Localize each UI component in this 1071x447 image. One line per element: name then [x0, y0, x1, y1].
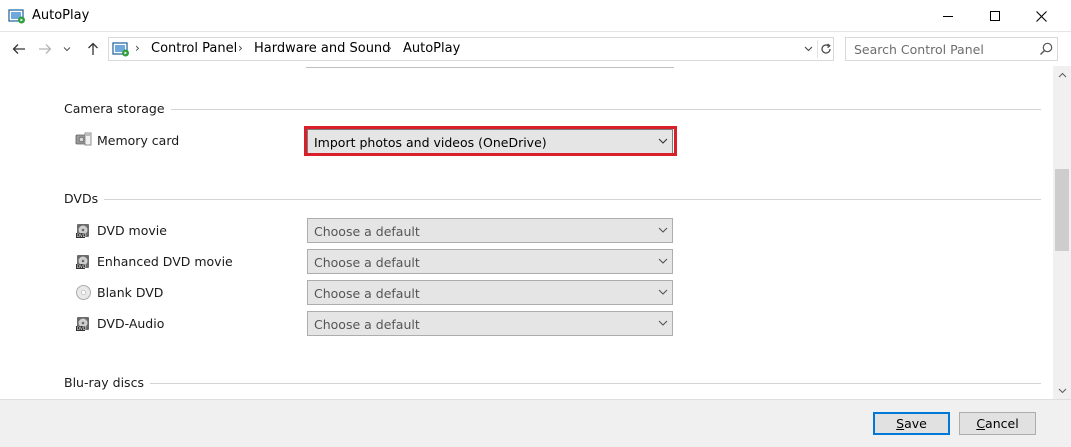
- chevron-down-icon: [658, 289, 668, 295]
- dvd-audio-action-select[interactable]: Choose a default: [307, 311, 673, 336]
- scroll-up-button[interactable]: [1053, 66, 1071, 83]
- arrow-right-icon: [39, 44, 52, 54]
- svg-text:DVD: DVD: [77, 264, 86, 269]
- memory-card-icon: [75, 131, 92, 148]
- dialog-button-bar: Save Cancel: [0, 399, 1071, 447]
- chevron-down-icon: [63, 47, 71, 52]
- dvd-icon: DVD: [75, 315, 92, 332]
- refresh-icon: [820, 43, 831, 54]
- save-mnemonic: S: [896, 416, 905, 431]
- title-bar: AutoPlay: [0, 0, 1071, 32]
- cancel-label-rest: ancel: [985, 416, 1019, 431]
- scroll-down-button[interactable]: [1053, 382, 1071, 399]
- chevron-up-icon: [1058, 72, 1066, 77]
- chevron-down-icon: [1058, 388, 1066, 393]
- cancel-mnemonic: C: [976, 416, 986, 431]
- back-button[interactable]: [8, 38, 30, 60]
- breadcrumb-autoplay[interactable]: AutoPlay: [403, 41, 460, 56]
- section-divider: [64, 199, 1041, 200]
- control-panel-icon: [112, 41, 130, 57]
- autoplay-app-icon: [8, 8, 26, 24]
- blank-dvd-action-select[interactable]: Choose a default: [307, 280, 673, 305]
- address-bar[interactable]: › Control Panel › Hardware and Sound › A…: [108, 37, 834, 61]
- section-title-camera-storage: Camera storage: [64, 101, 171, 116]
- row-label-dvd-audio: DVD-Audio: [97, 316, 165, 331]
- dvd-icon: DVD: [75, 222, 92, 239]
- section-divider: [64, 109, 1041, 110]
- save-label-rest: ave: [904, 416, 927, 431]
- chevron-down-icon: [658, 258, 668, 264]
- forward-button[interactable]: [34, 38, 56, 60]
- breadcrumb-separator-icon: ›: [238, 41, 243, 55]
- select-value: Choose a default: [314, 224, 420, 239]
- row-label-enhanced-dvd-movie: Enhanced DVD movie: [97, 254, 233, 269]
- select-value: Choose a default: [314, 317, 420, 332]
- breadcrumb-control-panel[interactable]: Control Panel: [151, 41, 237, 56]
- breadcrumb-hardware-and-sound[interactable]: Hardware and Sound: [254, 41, 390, 56]
- search-icon[interactable]: [1038, 41, 1054, 57]
- select-value: Choose a default: [314, 255, 420, 270]
- close-icon: [1035, 10, 1047, 22]
- recent-locations-button[interactable]: [60, 38, 74, 60]
- chevron-down-icon: [658, 320, 668, 326]
- address-history-button[interactable]: [801, 41, 815, 57]
- close-button[interactable]: [1018, 0, 1064, 32]
- address-toolbar: › Control Panel › Hardware and Sound › A…: [0, 32, 1071, 66]
- row-label-memory-card: Memory card: [97, 133, 180, 148]
- arrow-up-icon: [88, 42, 98, 55]
- enhanced-dvd-movie-action-select[interactable]: Choose a default: [307, 249, 673, 274]
- maximize-button[interactable]: [972, 0, 1018, 32]
- up-button[interactable]: [82, 38, 104, 60]
- svg-text:DVD: DVD: [77, 326, 86, 331]
- arrow-left-icon: [12, 44, 25, 54]
- section-divider: [64, 383, 1041, 384]
- search-box[interactable]: [845, 37, 1058, 61]
- row-label-dvd-movie: DVD movie: [97, 223, 167, 238]
- dvd-icon: DVD: [75, 253, 92, 270]
- blank-disc-icon: [75, 284, 92, 301]
- dvd-movie-action-select[interactable]: Choose a default: [307, 218, 673, 243]
- cancel-button[interactable]: Cancel: [959, 412, 1036, 435]
- svg-text:DVD: DVD: [77, 233, 86, 238]
- minimize-icon: [943, 16, 953, 17]
- save-button[interactable]: Save: [873, 412, 950, 435]
- breadcrumb-separator-icon: ›: [387, 41, 392, 55]
- refresh-button[interactable]: [817, 40, 833, 58]
- row-label-blank-dvd: Blank DVD: [97, 285, 164, 300]
- window-title: AutoPlay: [32, 8, 90, 23]
- section-title-blu-ray-discs: Blu-ray discs: [64, 375, 150, 390]
- breadcrumb-separator-icon: ›: [135, 41, 140, 55]
- scrollbar-thumb[interactable]: [1055, 169, 1069, 251]
- previous-dropdown-edge: [306, 66, 674, 68]
- vertical-scrollbar[interactable]: [1053, 66, 1071, 399]
- minimize-button[interactable]: [925, 0, 971, 32]
- maximize-icon: [990, 11, 1000, 21]
- chevron-down-icon: [804, 46, 812, 52]
- chevron-down-icon: [658, 227, 668, 233]
- highlight-box: [304, 126, 677, 156]
- autoplay-settings-pane: Camera storage Memory card Import photos…: [0, 66, 1053, 399]
- section-title-dvds: DVDs: [64, 191, 105, 206]
- search-input[interactable]: [846, 38, 1036, 60]
- select-value: Choose a default: [314, 286, 420, 301]
